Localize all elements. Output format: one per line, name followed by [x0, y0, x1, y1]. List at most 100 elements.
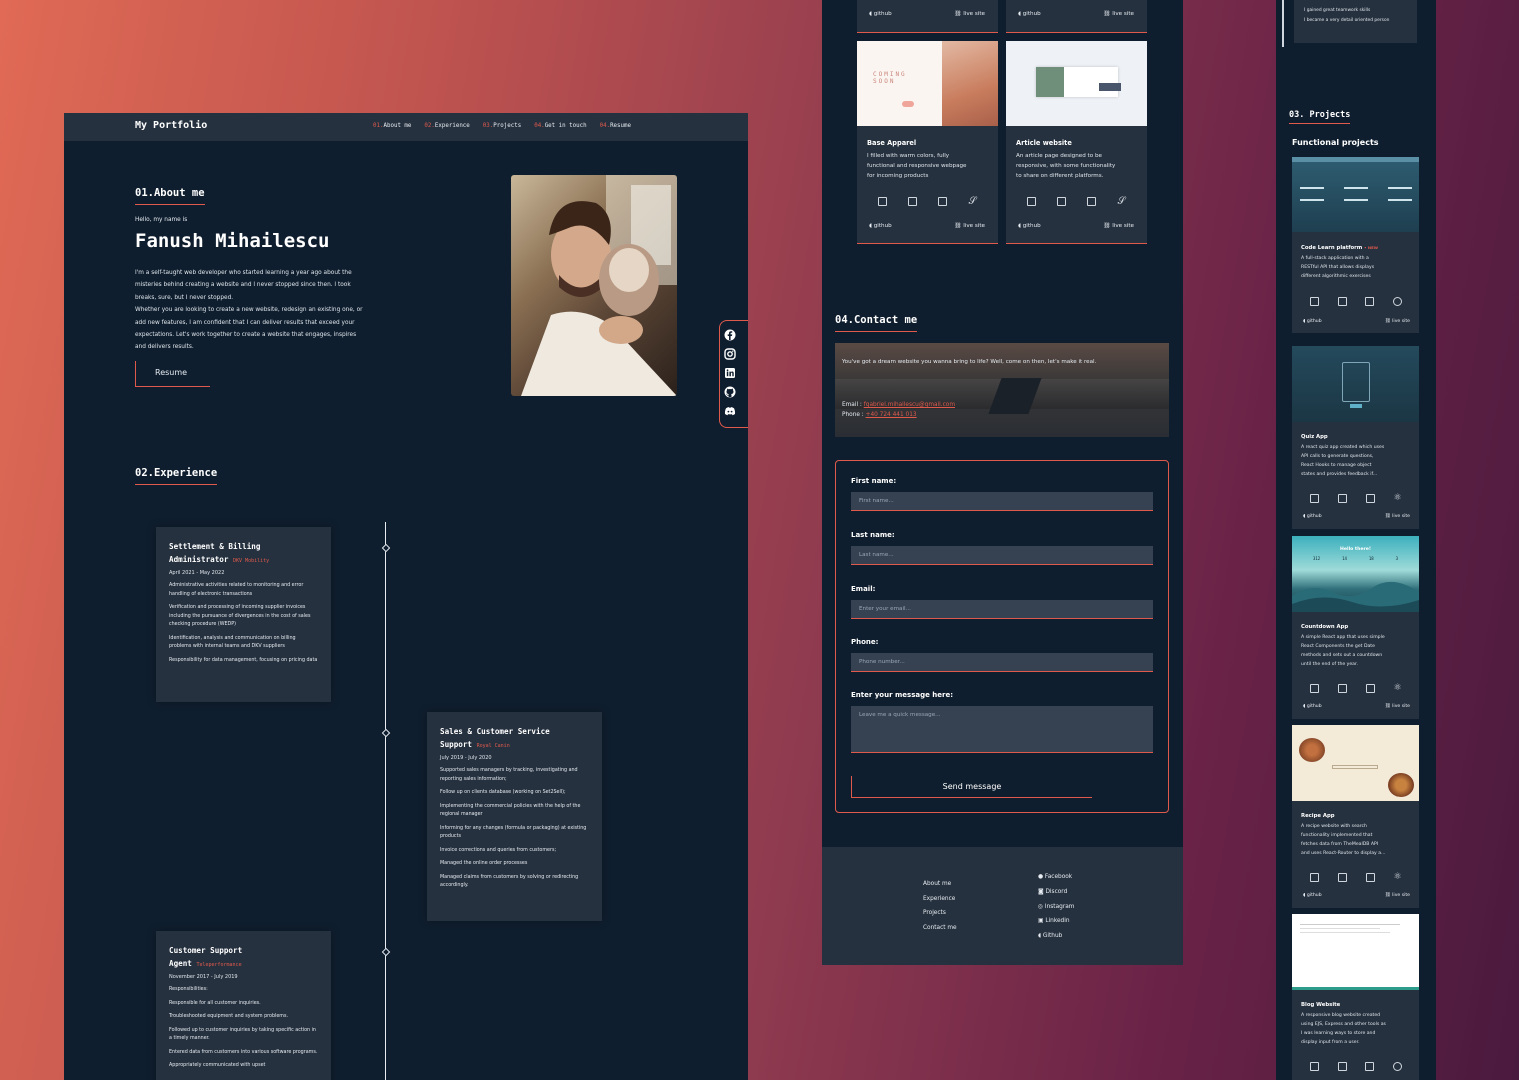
contact-email: Email : fgabriel.mihailescu@gmail.com — [842, 402, 955, 408]
project-links: ◖ github ⛓ live site — [1303, 704, 1410, 709]
footer-facebook[interactable]: ● Facebook — [1038, 870, 1074, 885]
nav-link-about[interactable]: 01.About me — [373, 123, 411, 129]
discord-icon[interactable] — [724, 405, 736, 417]
last-name-label: Last name: — [851, 531, 895, 539]
footer-instagram[interactable]: ◎ Instagram — [1038, 900, 1074, 915]
project-card-recipe: Recipe App A recipe website with search f… — [1292, 725, 1419, 908]
live-site-link[interactable]: ⛓ live site — [954, 11, 985, 17]
phone-input[interactable]: Phone number... — [851, 653, 1153, 672]
live-site-link[interactable]: ⛓ live site — [1385, 704, 1410, 709]
tech-stack — [1301, 297, 1411, 306]
projects-section-title: 03. Projects — [1289, 110, 1351, 124]
css-icon — [1338, 683, 1348, 693]
project-desc: An article page designed to be responsive… — [1016, 153, 1116, 179]
facebook-icon: ● — [1038, 874, 1044, 880]
footer-link-experience[interactable]: Experience — [923, 892, 957, 907]
brand-logo[interactable]: My Portfolio — [135, 120, 207, 131]
first-name-input[interactable]: First name... — [851, 492, 1153, 511]
project-card: ◖ github ⛓ live site — [1006, 0, 1147, 33]
nav-link-resume[interactable]: 04.Resume — [600, 123, 631, 129]
html-icon — [1365, 297, 1375, 306]
github-link[interactable]: ◖ github — [1303, 704, 1322, 709]
javascript-icon — [1310, 297, 1320, 306]
email-label: Email: — [851, 585, 876, 593]
live-site-link[interactable]: ⛓ live site — [1385, 893, 1410, 898]
email-input[interactable]: Enter your email... — [851, 600, 1153, 619]
github-link[interactable]: ◖ github — [1303, 319, 1322, 324]
timeline-line — [385, 522, 386, 1080]
job-title: Customer Support Agent Teleperformance — [169, 946, 243, 968]
nav-link-contact[interactable]: 04.Get in touch — [534, 123, 586, 129]
tech-stack — [1301, 1062, 1411, 1071]
project-title: Base Apparel — [867, 139, 917, 147]
nav-link-experience[interactable]: 02.Experience — [424, 123, 469, 129]
project-desc: A responsive blog website created using E… — [1301, 1013, 1386, 1045]
footer-discord[interactable]: ◙ Discord — [1038, 885, 1074, 900]
message-textarea[interactable]: Leave me a quick message... — [851, 706, 1153, 753]
github-link[interactable]: ◖ github — [869, 223, 892, 229]
bio-text: I'm a self-taught web developer who star… — [135, 270, 363, 351]
project-links: ◖ github ⛓ live site — [1303, 319, 1410, 324]
sass-icon: 𝒮 — [1117, 196, 1126, 207]
phone-link[interactable]: +40 724 441 013 — [866, 412, 917, 418]
job-title: Sales & Customer Service Support Royal Ca… — [440, 727, 550, 749]
live-site-link[interactable]: ⛓ live site — [1103, 223, 1134, 229]
experience-section-title: 02.Experience — [135, 467, 218, 485]
live-site-link[interactable]: ⛓ live site — [1385, 319, 1410, 324]
linkedin-icon: ▣ — [1038, 918, 1044, 925]
tech-stack: 𝒮 — [867, 196, 987, 207]
project-card-quiz: Quiz App A react quiz app created which … — [1292, 346, 1419, 529]
experience-card: Customer Support Agent Teleperformance No… — [156, 931, 331, 1080]
contact-section-title: 04.Contact me — [835, 314, 918, 332]
footer-links: About me Experience Projects Contact me — [923, 877, 957, 935]
github-link[interactable]: ◖ github — [869, 11, 892, 17]
html-icon — [1365, 493, 1375, 503]
company-name: Teleperformance — [196, 961, 242, 968]
project-title: Blog Website — [1301, 1002, 1341, 1008]
projects-subtitle: Functional projects — [1292, 138, 1379, 147]
live-site-link[interactable]: ⛓ live site — [1385, 514, 1410, 519]
footer-link-about[interactable]: About me — [923, 877, 957, 892]
javascript-icon — [1026, 197, 1036, 206]
email-link[interactable]: fgabriel.mihailescu@gmail.com — [864, 402, 955, 408]
database-icon — [1392, 297, 1402, 306]
project-desc: A full-stack application with a RESTful A… — [1301, 256, 1375, 279]
github-link[interactable]: ◖ github — [1018, 11, 1041, 17]
first-name-label: First name: — [851, 477, 897, 485]
github-link[interactable]: ◖ github — [1303, 514, 1322, 519]
css-icon — [1337, 297, 1347, 306]
react-icon: ⚛ — [1393, 872, 1402, 882]
live-site-link[interactable]: ⛓ live site — [1103, 11, 1134, 17]
job-title: Settlement & Billing Administrator DKV Mo… — [169, 542, 270, 564]
project-desc: A recipe website with search functionalit… — [1301, 824, 1386, 856]
sass-icon: 𝒮 — [968, 196, 977, 207]
github-link[interactable]: ◖ github — [1018, 223, 1041, 229]
timeline-dot — [381, 728, 391, 738]
thumb-image — [942, 41, 998, 126]
html-icon — [1365, 683, 1375, 693]
experience-card: Sales & Customer Service Support Royal Ca… — [427, 712, 602, 921]
profile-photo — [511, 175, 677, 396]
last-name-input[interactable]: Last name... — [851, 546, 1153, 565]
facebook-icon[interactable] — [724, 329, 736, 341]
project-desc: I filled with warm colors, fully function… — [867, 153, 967, 179]
footer-social: ● Facebook ◙ Discord ◎ Instagram ▣ Linke… — [1038, 870, 1074, 944]
about-section-title: 01.About me — [135, 187, 205, 205]
footer-link-contact[interactable]: Contact me — [923, 921, 957, 936]
github-link[interactable]: ◖ github — [1303, 893, 1322, 898]
footer-github[interactable]: ◖ Github — [1038, 929, 1074, 944]
github-icon[interactable] — [724, 386, 736, 398]
footer-link-projects[interactable]: Projects — [923, 906, 957, 921]
live-site-link[interactable]: ⛓ live site — [954, 223, 985, 229]
javascript-icon — [1310, 1062, 1320, 1071]
tech-stack: ⚛ — [1301, 872, 1411, 882]
resume-button[interactable]: Resume — [135, 361, 210, 387]
linkedin-icon[interactable] — [724, 367, 736, 379]
send-message-button[interactable]: Send message — [851, 776, 1092, 798]
nav-link-projects[interactable]: 03.Projects — [483, 123, 521, 129]
footer-linkedin[interactable]: ▣ Linkedin — [1038, 914, 1074, 929]
greeting-text: Hello, my name is — [135, 217, 188, 223]
discord-icon: ◙ — [1038, 888, 1044, 895]
instagram-icon[interactable] — [724, 348, 736, 360]
contact-banner: You've got a dream website you wanna bri… — [835, 343, 1169, 437]
